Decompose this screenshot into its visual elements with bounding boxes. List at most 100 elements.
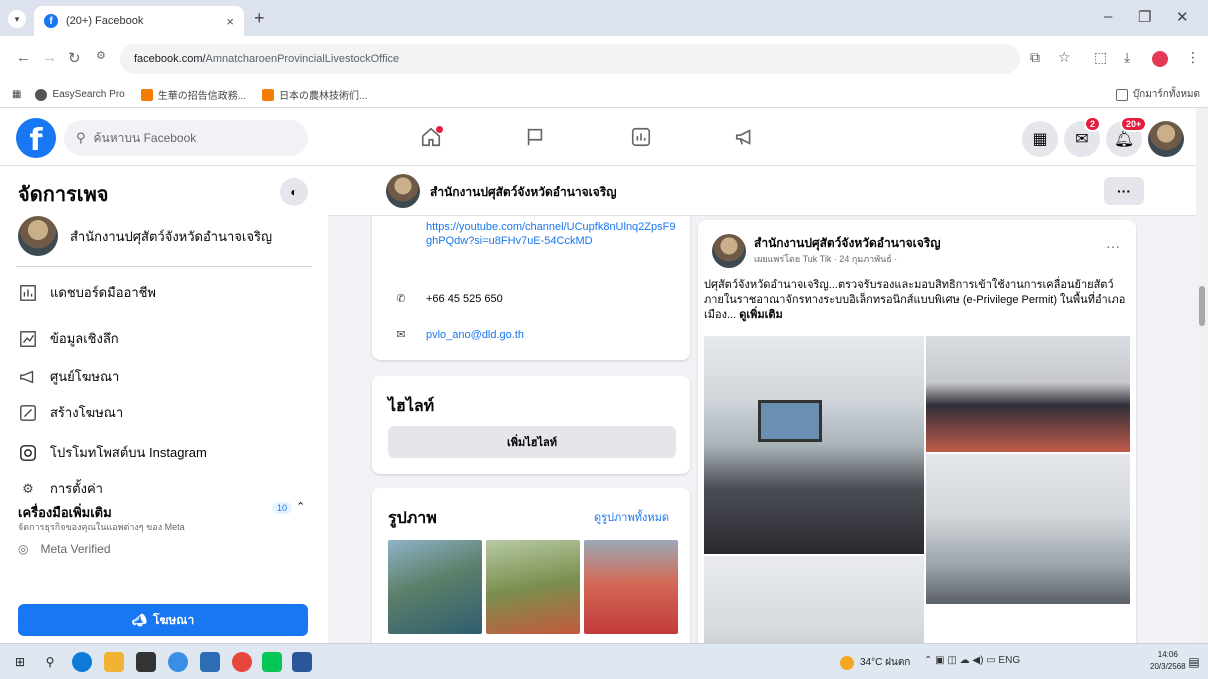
sidebar-item-settings[interactable]: ⚙ การตั้งค่า (18, 478, 103, 499)
sidebar-item-instagram[interactable]: โปรโมทโพสต์บน Instagram (18, 442, 207, 463)
minimize-icon[interactable]: – (1104, 8, 1112, 25)
system-tray[interactable]: ⌃ ▣ ◫ ☁ ◀) ▭ ENG (924, 655, 1020, 666)
page-header-avatar[interactable] (386, 174, 420, 208)
scrollbar-thumb[interactable] (1199, 286, 1205, 326)
bookmark-item[interactable]: 生華の招告信政務... (140, 87, 246, 102)
close-window-icon[interactable]: ✕ (1176, 8, 1189, 26)
page-scrollbar[interactable] (1196, 108, 1208, 643)
messenger-badge: 2 (1084, 116, 1102, 132)
weather-sun-icon (840, 655, 854, 670)
flag-icon[interactable] (520, 122, 550, 152)
photos-title: รูปภาพ (388, 510, 437, 527)
bookmark-item[interactable]: EasySearch Pro (35, 88, 125, 101)
line-icon[interactable] (262, 652, 282, 672)
see-all-photos-link[interactable]: ดูรูปภาพทั้งหมด (594, 508, 669, 526)
post-author-avatar[interactable] (712, 234, 746, 268)
reload-icon[interactable]: ↻ (68, 49, 81, 67)
site-info-icon[interactable]: ⚙ (96, 49, 106, 62)
insights-nav-icon[interactable] (626, 122, 656, 152)
post-photo[interactable] (704, 336, 924, 554)
youtube-link[interactable]: https://youtube.com/channel/UCupfk8nUlnq… (426, 220, 676, 248)
url-field[interactable]: facebook.com/AmnatcharoenProvincialLives… (120, 44, 1020, 74)
menu-grid-icon[interactable]: ▦ (1022, 121, 1058, 157)
sidebar-item-create-ad[interactable]: สร้างโฆษณา (18, 402, 123, 423)
browser-tab[interactable]: f (20+) Facebook × (34, 6, 244, 36)
app-icon[interactable] (168, 652, 188, 672)
facebook-logo-icon[interactable]: f (16, 118, 56, 158)
facebook-search-input[interactable]: ⚲ ค้นหาบน Facebook (64, 120, 308, 156)
post-more-icon[interactable]: ··· (1106, 238, 1120, 254)
photo-thumbnail[interactable] (486, 540, 580, 634)
phone-number: +66 45 525 650 (426, 292, 503, 305)
clock[interactable]: 14:06 20/3/2568 (1150, 649, 1186, 673)
facebook-top-nav: f ⚲ ค้นหาบน Facebook ▦ ✉ 2 🔔︎ 20+ (0, 108, 1196, 166)
dashboard-icon (18, 283, 38, 303)
highlights-card: ไฮไลท์ เพิ่มไฮไลท์ (372, 376, 690, 474)
bookmark-star-icon[interactable]: ☆ (1058, 49, 1071, 66)
word-icon[interactable] (292, 652, 312, 672)
weather-widget[interactable]: 34°C ฝนตก (840, 655, 910, 670)
intro-card: https://youtube.com/channel/UCupfk8nUlnq… (372, 196, 690, 360)
file-explorer-icon[interactable] (104, 652, 124, 672)
facebook-favicon-icon: f (44, 14, 58, 28)
bookmarks-bar: ▦ EasySearch Pro 生華の招告信政務... 日本の農林技術们...… (0, 82, 1208, 108)
post-photo[interactable] (926, 454, 1130, 604)
sidebar-item-dashboard[interactable]: แดชบอร์ดมืออาชีพ (18, 282, 156, 303)
page-main-content: https://youtube.com/channel/UCupfk8nUlnq… (328, 166, 1196, 643)
folder-icon (1115, 88, 1128, 101)
photo-thumbnail[interactable] (584, 540, 678, 634)
download-icon[interactable]: ⤓ (1124, 49, 1130, 66)
post-photo[interactable] (926, 336, 1130, 452)
manage-page-sidebar: จัดการเพจ ◐ สำนักงานปศุสัตว์จังหวัดอำนาจ… (0, 166, 328, 643)
translate-icon[interactable]: ⧉ (1030, 49, 1040, 66)
home-notification-dot (436, 126, 443, 133)
sidebar-page-profile[interactable]: สำนักงานปศุสัตว์จังหวัดอำนาจเจริญ (18, 216, 272, 256)
photos-grid (388, 540, 678, 634)
post-meta: เผยแพร่โดย Tuk Tik · 24 กุมภาพันธ์ · (754, 254, 898, 264)
page-header-name[interactable]: สำนักงานปศุสัตว์จังหวัดอำนาจเจริญ (430, 183, 616, 202)
tab-close-icon[interactable]: × (226, 14, 234, 29)
photo-thumbnail[interactable] (388, 540, 482, 634)
sidebar-item-ad-center[interactable]: ศูนย์โฆษณา (18, 366, 119, 387)
profile-avatar[interactable] (1152, 51, 1168, 67)
search-icon[interactable]: ⚲ (40, 652, 60, 672)
tab-search-icon[interactable]: ▾ (8, 10, 26, 28)
sidebar-toggle-icon[interactable]: ◐ (280, 178, 308, 206)
input-language: ENG (998, 655, 1021, 666)
extensions-icon[interactable]: ⬚ (1094, 49, 1107, 66)
sidebar-page-name: สำนักงานปศุสัตว์จังหวัดอำนาจเจริญ (70, 228, 273, 244)
back-icon[interactable]: ← (16, 49, 31, 66)
account-avatar[interactable] (1148, 121, 1184, 157)
chevron-up-icon[interactable]: ⌃ (296, 500, 305, 513)
forward-icon[interactable]: → (42, 49, 57, 66)
sidebar-item-meta-verified[interactable]: ◎ Meta Verified (18, 542, 111, 556)
start-icon[interactable]: ⊞ (10, 652, 30, 672)
all-bookmarks[interactable]: บุ๊กมาร์กทั้งหมด (1115, 87, 1200, 102)
maximize-icon[interactable]: ❐ (1138, 8, 1151, 26)
apps-grid-icon[interactable]: ▦ (12, 89, 21, 100)
sidebar-divider (16, 266, 312, 267)
phone-icon: ✆ (396, 293, 406, 305)
new-tab-button[interactable]: + (254, 8, 265, 29)
bookmark-favicon-icon (262, 88, 275, 101)
see-more-link[interactable]: ดูเพิ่มเติม (739, 309, 783, 321)
notification-center-icon[interactable]: ▤ (1184, 652, 1204, 672)
megaphone-nav-icon[interactable] (730, 122, 760, 152)
browser-menu-icon[interactable]: ⋮ (1186, 49, 1200, 66)
post-photo[interactable] (704, 556, 924, 643)
more-tools-subtitle: จัดการธุรกิจของคุณในแอพต่างๆ ของ Meta (18, 522, 185, 532)
megaphone-icon (18, 367, 38, 387)
advertise-button[interactable]: 📣︎ โฆษณา (18, 604, 308, 636)
add-highlight-button[interactable]: เพิ่มไฮไลท์ (388, 426, 676, 458)
edge-icon[interactable] (72, 652, 92, 672)
email-link[interactable]: pvlo_ano@dld.go.th (426, 329, 524, 341)
app-icon[interactable] (200, 652, 220, 672)
page-more-button[interactable]: ··· (1104, 177, 1144, 205)
chrome-icon[interactable] (232, 652, 252, 672)
post-author-name[interactable]: สำนักงานปศุสัตว์จังหวัดอำนาจเจริญ (754, 234, 940, 253)
app-icon[interactable] (136, 652, 156, 672)
bookmark-item[interactable]: 日本の農林技術们... (262, 87, 367, 102)
post-card: สำนักงานปศุสัตว์จังหวัดอำนาจเจริญ เผยแพร… (698, 220, 1136, 643)
sidebar-item-insights[interactable]: ข้อมูลเชิงลึก (18, 328, 119, 349)
projector-screen (758, 400, 822, 442)
